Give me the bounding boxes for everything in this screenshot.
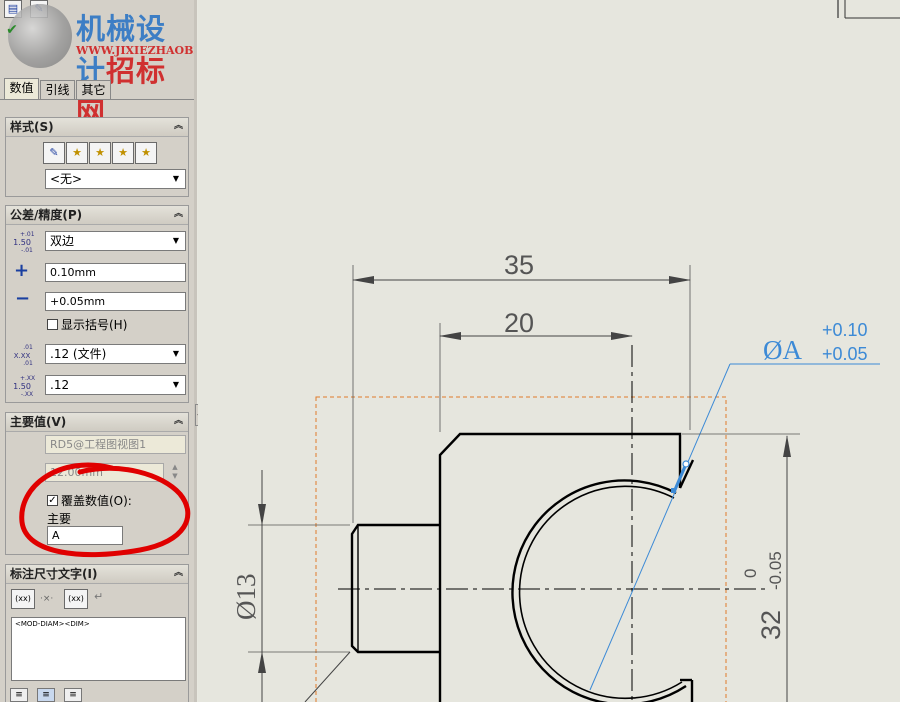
phiA-leader-line (589, 363, 731, 691)
tolerance-type-icon: +.01 1.50 -.01 (13, 231, 35, 254)
tolerance-precision-icon: +.XX 1.50 -.XX (13, 375, 36, 398)
ok-check-icon[interactable]: ✔ (3, 22, 21, 40)
watermark-url: WWW.JIXIEZHAOBIAO.COM (76, 44, 195, 57)
inspection-dimension-button[interactable]: (xx) (64, 589, 88, 609)
apply-default-style-icon[interactable]: ✎ (43, 142, 65, 164)
dimension-text-area[interactable]: <MOD-DIAM><DIM> (11, 617, 186, 681)
value-spinner: ▲ ▼ (172, 463, 178, 480)
center-dimension-icon[interactable]: ·×· (40, 595, 53, 604)
phi13-leader (304, 651, 351, 702)
dimension-text-group: 标注尺寸文字(I) ︽ (xx) ·×· (xx) ↵ <MOD-DIAM><DI… (5, 564, 189, 702)
dimension-text-group-header[interactable]: 标注尺寸文字(I) ︽ (6, 565, 188, 584)
phiA-grip-handle-2[interactable] (671, 488, 676, 493)
chevron-down-icon: ▼ (172, 174, 180, 183)
tolerance-group-header[interactable]: 公差/精度(P) ︽ (6, 206, 188, 225)
primary-value-group: 主要值(V) ︽ RD5@工程图视图1 12.00mm ▲ ▼ ✓ 覆盖数值(O):… (5, 412, 189, 555)
minus-icon: − (15, 288, 31, 309)
show-parentheses-label: 显示括号(H) (61, 318, 128, 332)
save-style-icon[interactable]: ★ (112, 142, 134, 164)
chevron-down-icon: ▼ (172, 349, 180, 358)
plus-icon: + (14, 260, 30, 281)
primary-label: 主要 (47, 512, 72, 526)
watermark-title: 机械设计招标网 (76, 12, 167, 130)
dim-32-lower-tolerance[interactable]: -0.05 (766, 551, 785, 590)
tolerance-type-dropdown[interactable]: 双边 ▼ (45, 231, 186, 251)
tolerance-group: 公差/精度(P) ︽ +.01 1.50 -.01 双边 ▼ + 0.10mm − … (5, 205, 189, 403)
tab-value[interactable]: 数值 (4, 78, 39, 99)
override-value-label: 覆盖数值(O): (61, 494, 132, 508)
collapse-icon[interactable]: ︽ (173, 121, 184, 132)
style-group-header[interactable]: 样式(S) ︽ (6, 118, 188, 137)
dim-20-text[interactable]: 20 (504, 308, 534, 338)
offset-text-icon[interactable]: ↵ (94, 591, 103, 602)
phiA-grip-handle[interactable] (682, 460, 690, 468)
property-manager-panel: ▤ ✎ ✔ 机械设计招标网 WWW.JIXIEZHAOBIAO.COM 数值 引… (0, 0, 195, 702)
style-dropdown[interactable]: <无> ▼ (45, 169, 186, 189)
part-body-outline (438, 432, 682, 702)
primary-precision-dropdown[interactable]: .12 (文件) ▼ (45, 344, 186, 364)
phiA-upper-tolerance[interactable]: +0.10 (822, 320, 868, 340)
override-value-checkbox[interactable]: ✓ (47, 495, 58, 506)
dimension-value-field: 12.00mm (45, 463, 164, 482)
primary-value-group-header[interactable]: 主要值(V) ︽ (6, 413, 188, 432)
phiA-lower-tolerance[interactable]: +0.05 (822, 344, 868, 364)
dim-32-upper-tolerance[interactable]: 0 (741, 569, 760, 578)
tab-other[interactable]: 其它 (76, 80, 111, 99)
tab-leader[interactable]: 引线 (40, 80, 75, 99)
align-left-icon[interactable]: ≡ (10, 688, 28, 702)
add-style-icon[interactable]: ★ (66, 142, 88, 164)
tolerance-precision-dropdown[interactable]: .12 ▼ (45, 375, 186, 395)
collapse-icon[interactable]: ︽ (173, 209, 184, 220)
chevron-down-icon: ▼ (172, 380, 180, 389)
phi13-text[interactable]: Ø13 (231, 574, 261, 621)
primary-precision-icon: .01 X.XX .01 (13, 344, 33, 367)
align-right-icon[interactable]: ≡ (64, 688, 82, 702)
show-parentheses-checkbox[interactable] (47, 319, 58, 330)
tab-strip-line (0, 99, 194, 100)
collapse-icon[interactable]: ︽ (173, 416, 184, 427)
max-variation-field[interactable]: 0.10mm (45, 263, 186, 282)
bore-arc-inner (518, 485, 683, 700)
min-variation-field[interactable]: +0.05mm (45, 292, 186, 311)
align-center-icon[interactable]: ≡ (37, 688, 55, 702)
panel-splitter[interactable] (194, 0, 197, 702)
dim-35-text[interactable]: 35 (504, 250, 534, 280)
style-group: 样式(S) ︽ ✎ ★ ★ ★ ★ <无> ▼ (5, 117, 189, 197)
phiA-text[interactable]: ØA (763, 335, 802, 365)
parentheses-button[interactable]: (xx) (11, 589, 35, 609)
drawing-svg: 35 20 ØA +0.10 +0.05 Ø13 32 0 -0.05 (231, 0, 900, 702)
delete-style-icon[interactable]: ★ (89, 142, 111, 164)
collapse-icon[interactable]: ︽ (173, 568, 184, 579)
dim-32-text[interactable]: 32 (756, 610, 786, 640)
drawing-canvas[interactable]: 35 20 ØA +0.10 +0.05 Ø13 32 0 -0.05 (198, 0, 900, 702)
override-value-field[interactable]: A (47, 526, 123, 545)
chevron-down-icon: ▼ (172, 236, 180, 245)
dimension-reference-field: RD5@工程图视图1 (45, 435, 186, 454)
load-style-icon[interactable]: ★ (135, 142, 157, 164)
